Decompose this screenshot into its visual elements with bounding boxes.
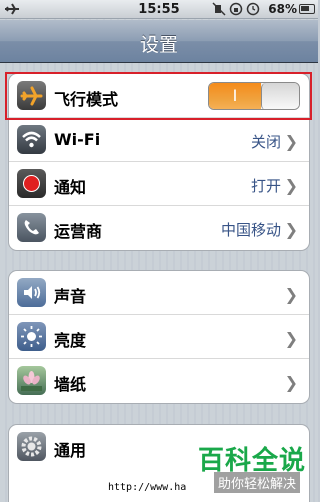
- row-sounds[interactable]: 声音 ❯: [9, 271, 309, 315]
- notifications-label: 通知: [54, 178, 87, 197]
- status-icons: [212, 2, 260, 16]
- phone-icon: [17, 213, 46, 242]
- chevron-right-icon: ❯: [284, 132, 298, 151]
- notifications-value: 打开: [250, 177, 281, 195]
- chevron-right-icon: ❯: [284, 285, 298, 304]
- sounds-label: 声音: [54, 287, 87, 306]
- flower-icon: [17, 366, 46, 395]
- battery-percent: 68%: [268, 2, 297, 16]
- settings-group-display: 声音 ❯ 亮度 ❯ 墙纸 ❯: [8, 270, 310, 404]
- wallpaper-label: 墙纸: [54, 375, 87, 394]
- row-notifications[interactable]: 通知 打开 ❯: [9, 162, 309, 206]
- chevron-right-icon: ❯: [284, 176, 298, 195]
- carrier-value: 中国移动: [220, 221, 281, 239]
- row-brightness[interactable]: 亮度 ❯: [9, 315, 309, 359]
- airplane-highlight-box: [5, 72, 312, 120]
- row-wallpaper[interactable]: 墙纸 ❯: [9, 359, 309, 403]
- speaker-icon: [17, 278, 46, 307]
- url-fragment: http://www.ha: [104, 480, 214, 496]
- sun-icon: [17, 322, 46, 351]
- wifi-value: 关闭: [250, 133, 281, 151]
- battery-icon: [299, 4, 315, 14]
- lock-rotation-icon: [229, 2, 243, 16]
- chevron-right-icon: ❯: [284, 220, 298, 239]
- brightness-label: 亮度: [54, 331, 87, 350]
- row-carrier[interactable]: 运营商 中国移动 ❯: [9, 206, 309, 250]
- mute-icon: [212, 2, 226, 16]
- watermark-tagline: 助你轻松解决: [213, 472, 300, 493]
- alarm-icon: [246, 2, 260, 16]
- carrier-label: 运营商: [54, 222, 103, 241]
- page-title: 设置: [139, 34, 178, 56]
- gear-icon: [17, 432, 46, 461]
- notification-icon: [17, 169, 46, 198]
- wifi-icon: [17, 125, 46, 154]
- wifi-label: Wi-Fi: [54, 130, 101, 149]
- status-bar: 15:55 68%: [0, 0, 318, 19]
- general-label: 通用: [54, 441, 87, 460]
- chevron-right-icon: ❯: [284, 373, 298, 392]
- navigation-bar: 设置: [0, 20, 318, 63]
- chevron-right-icon: ❯: [284, 329, 298, 348]
- row-wifi[interactable]: Wi-Fi 关闭 ❯: [9, 118, 309, 162]
